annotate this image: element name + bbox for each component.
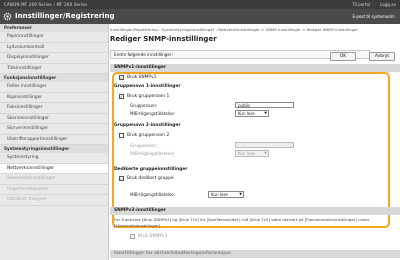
community2-header: Gruppenavn 2-innstillinger bbox=[114, 123, 181, 128]
community2-name-input[interactable] bbox=[235, 142, 294, 148]
use-dedicated-checkbox[interactable]: ✓ Bruk dedikert gruppe bbox=[119, 176, 174, 181]
snmpv3-section-header: SNMPv3-innstillinger bbox=[110, 207, 400, 215]
community1-name-label: Gruppenavn: bbox=[130, 103, 158, 108]
logout-link[interactable]: Logg av bbox=[380, 2, 396, 7]
sidebar-item-volume[interactable]: Lydvolumkontroll bbox=[0, 43, 108, 53]
sidebar-item-report[interactable]: Utskriftsrapportinnstillinger bbox=[0, 135, 108, 145]
community2-name-label: Gruppenavn: bbox=[130, 143, 158, 148]
email-admin-link[interactable]: E-post til systemadm. bbox=[352, 14, 396, 19]
use-dedicated-label: Bruk dedikert gruppe bbox=[127, 176, 174, 181]
dedicated-mib-value: Kun lese bbox=[211, 192, 228, 197]
community2-mib-value: Kun lese bbox=[238, 151, 255, 156]
use-community2-label: Bruk gruppenavn 2 bbox=[127, 133, 170, 138]
page-header-title: Innstillinger/Registrering bbox=[15, 12, 115, 20]
chevron-down-icon: ▼ bbox=[239, 192, 242, 196]
sidebar-item-common[interactable]: Felles innstillinger bbox=[0, 82, 108, 93]
breadcrumb[interactable]: Innstillinger/Registrering : Systemstyri… bbox=[110, 27, 398, 32]
dedicated-mib-label: MIB-tilgangstillatelse: bbox=[130, 192, 176, 197]
sidebar-item-printer[interactable]: Skriverinnstillinger bbox=[0, 124, 108, 135]
use-snmpv1-label: Bruk SNMPv1 bbox=[127, 75, 157, 80]
top-bar: CANON MF 269 Series / MF 260 Series Til … bbox=[0, 0, 400, 9]
community2-mib-label: MIB-tilgangstillatelse: bbox=[130, 151, 176, 156]
checkmark-icon: ✓ bbox=[119, 75, 124, 80]
product-name: CANON MF 269 Series / MF 260 Series bbox=[4, 2, 88, 7]
sidebar-item-display[interactable]: Displayinnstillinger bbox=[0, 53, 108, 64]
sidebar-item-initialize[interactable]: Initialiser menyen bbox=[0, 195, 108, 206]
sidebar-item-copy[interactable]: Kopiinnstillinger bbox=[0, 93, 108, 103]
page-title: Rediger SNMP-innstillinger bbox=[110, 35, 217, 43]
use-snmpv1-checkbox[interactable]: ✓ Bruk SNMPv1 bbox=[119, 75, 156, 80]
printer-mgmt-section-header: Innstillinger for skriverhåndteringsinfo… bbox=[110, 250, 400, 258]
sidebar-item-timer[interactable]: Tidsinnstillinger bbox=[0, 64, 108, 74]
use-snmpv3-label: Bruk SNMPv3 bbox=[138, 234, 168, 239]
portal-link[interactable]: Til portal bbox=[352, 2, 370, 7]
cancel-button[interactable]: Avbryt bbox=[369, 52, 395, 61]
sidebar-header-admin: Systemstyringsinnstillinger bbox=[0, 145, 108, 153]
community1-mib-label: MIB-tilgangstillatelse: bbox=[130, 111, 176, 116]
use-community1-label: Bruk gruppenavn 1 bbox=[127, 94, 170, 99]
sidebar: Preferanser Papirinnstillinger Lydvolumk… bbox=[0, 24, 109, 260]
title-bar: Innstillinger/Registrering E-post til sy… bbox=[0, 9, 400, 24]
community1-mib-value: Kun lese bbox=[238, 111, 255, 116]
community1-mib-select[interactable]: Kun lese ▼ bbox=[235, 110, 269, 117]
community1-header: Gruppenavn 1-innstillinger bbox=[114, 84, 181, 89]
main-content: Innstillinger/Registrering : Systemstyri… bbox=[110, 24, 400, 260]
sidebar-item-fax[interactable]: Faksinnstillinger bbox=[0, 103, 108, 114]
checkmark-icon: ✓ bbox=[119, 94, 124, 99]
sidebar-item-security[interactable]: Sikkerhetsinnstillinger bbox=[0, 174, 108, 185]
sidebar-header-functions: Funksjonsinnstillinger bbox=[0, 74, 108, 82]
gear-icon bbox=[3, 12, 12, 21]
community1-name-input[interactable]: public bbox=[235, 102, 294, 108]
sidebar-item-system[interactable]: Systemstyring bbox=[0, 153, 108, 164]
dedicated-header: Dedikerte gruppeinnstillinger bbox=[114, 167, 188, 172]
sidebar-item-paper[interactable]: Papirinnstillinger bbox=[0, 32, 108, 43]
sidebar-item-import-export[interactable]: Importer/eksporter bbox=[0, 185, 108, 195]
sidebar-item-network[interactable]: Nettverksinnstillinger bbox=[0, 163, 108, 174]
use-community2-checkbox[interactable]: Bruk gruppenavn 2 bbox=[119, 133, 169, 138]
use-snmpv3-checkbox[interactable]: ✓ Bruk SNMPv3 bbox=[130, 234, 167, 239]
use-community1-checkbox[interactable]: ✓ Bruk gruppenavn 1 bbox=[119, 94, 169, 99]
community2-mib-select[interactable]: Kun lese ▼ bbox=[235, 150, 269, 157]
dedicated-mib-select[interactable]: Kun lese ▼ bbox=[208, 191, 244, 198]
snmpv1-section-header: SNMPv1-innstillinger bbox=[110, 64, 400, 72]
checkmark-icon: ✓ bbox=[119, 176, 124, 181]
checkmark-icon: ✓ bbox=[130, 234, 135, 239]
snmpv3-note: For å aktivere [Bruk SNMPv3] og [Bruk TL… bbox=[114, 217, 370, 228]
chevron-down-icon: ▼ bbox=[264, 111, 267, 115]
sidebar-item-scan[interactable]: Skanneinnstillinger bbox=[0, 114, 108, 124]
chevron-down-icon: ▼ bbox=[264, 151, 267, 155]
sidebar-header-preferences: Preferanser bbox=[0, 24, 108, 32]
checkbox-empty-icon bbox=[119, 133, 124, 138]
ok-button[interactable]: OK bbox=[330, 52, 356, 61]
